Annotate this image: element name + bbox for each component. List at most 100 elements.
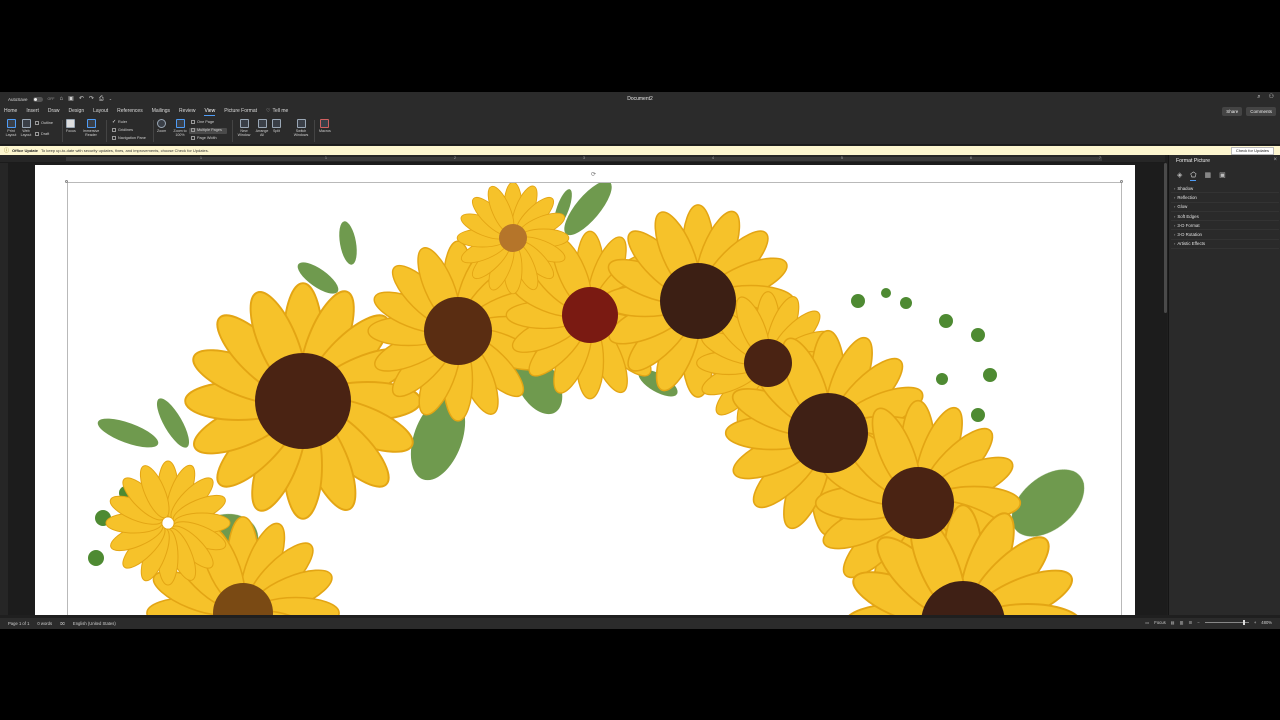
tab-mailings[interactable]: Mailings: [152, 106, 170, 117]
print-layout-view-icon[interactable]: ▤: [1171, 620, 1175, 625]
one-page-label: One Page: [197, 120, 215, 124]
ruler-checkbox[interactable]: ✓ Ruler: [112, 120, 128, 125]
gridlines-checkbox[interactable]: Gridlines: [112, 128, 133, 132]
format-picture-pane: Format Picture × ◈ ⬠ ▦ ▣ › Shadow › Refl…: [1168, 155, 1280, 615]
info-icon: ⓘ: [4, 148, 10, 154]
arrange-all-button[interactable]: Arrange All: [254, 119, 270, 137]
pane-item-label: Reflection: [1177, 194, 1197, 200]
picture-icon[interactable]: ▣: [1219, 172, 1226, 181]
pane-item-artistic-effects[interactable]: › Artistic Effects: [1171, 240, 1279, 250]
zoom-button[interactable]: Zoom: [157, 119, 166, 133]
account-icon[interactable]: ⚇: [1269, 94, 1274, 100]
tell-me[interactable]: ♡ Tell me: [266, 106, 288, 117]
tab-review[interactable]: Review: [179, 106, 195, 117]
horizontal-ruler[interactable]: 1 1 2 3 4 5 6 7: [0, 155, 1165, 163]
word-count[interactable]: 0 words: [37, 621, 52, 626]
pane-item-3d-format[interactable]: › 3-D Format: [1171, 221, 1279, 231]
resize-handle[interactable]: [1120, 180, 1123, 183]
multiple-pages-label: Multiple Pages: [197, 128, 222, 132]
pane-item-3d-rotation[interactable]: › 3-D Rotation: [1171, 230, 1279, 240]
view-ribbon: Print Layout Web Layout Outline Draft Fo…: [0, 117, 1280, 145]
rotate-handle-icon[interactable]: ⟳: [591, 171, 596, 178]
zoom-100-button[interactable]: Zoom to 100%: [172, 119, 188, 137]
multiple-pages-button[interactable]: Multiple Pages: [191, 128, 222, 132]
status-bar: Page 1 of 1 0 words ⌧ English (United St…: [0, 618, 1280, 629]
proofing-icon[interactable]: ⌧: [60, 621, 65, 626]
chevron-right-icon: ›: [1174, 232, 1176, 238]
language[interactable]: English (United States): [73, 621, 116, 626]
home-icon[interactable]: ⌂: [60, 96, 64, 102]
web-layout-button[interactable]: Web Layout: [19, 119, 33, 137]
pane-item-label: Soft Edges: [1177, 213, 1199, 219]
zoom-slider-thumb[interactable]: [1242, 620, 1245, 625]
macros-icon: [320, 119, 330, 128]
document-page[interactable]: ⟳: [35, 165, 1135, 615]
zoom-out-icon[interactable]: −: [1197, 620, 1199, 625]
customize-icon[interactable]: ⌄: [109, 97, 112, 101]
draft-button[interactable]: Draft: [35, 132, 49, 136]
tab-view[interactable]: View: [204, 106, 215, 117]
print-icon[interactable]: ⎙: [99, 96, 104, 102]
redo-icon[interactable]: ↷: [89, 96, 94, 102]
web-layout-icon: [21, 119, 31, 128]
navigation-pane-checkbox[interactable]: Navigation Pane: [112, 136, 146, 140]
zoom-slider[interactable]: [1204, 620, 1249, 625]
search-icon[interactable]: ⌕: [1257, 94, 1260, 100]
tab-layout[interactable]: Layout: [93, 106, 108, 117]
tab-design[interactable]: Design: [69, 106, 85, 117]
ruler-label: Ruler: [118, 120, 128, 124]
check-for-updates-button[interactable]: Check for Updates: [1230, 147, 1274, 155]
ribbon-separator: [106, 120, 107, 142]
focus-mode-icon[interactable]: ▭: [1145, 620, 1149, 625]
tab-draw[interactable]: Draw: [48, 106, 60, 117]
document-canvas[interactable]: ⟳: [8, 163, 1164, 615]
tab-picture-format[interactable]: Picture Format: [224, 106, 257, 117]
resize-handle[interactable]: [65, 180, 68, 183]
pane-item-reflection[interactable]: › Reflection: [1171, 193, 1279, 203]
save-icon[interactable]: ▣: [68, 96, 74, 102]
zoom-in-icon[interactable]: +: [1254, 620, 1256, 625]
split-button[interactable]: Split: [272, 119, 281, 133]
pane-item-label: 3-D Rotation: [1177, 232, 1202, 238]
switch-windows-button[interactable]: Switch Windows: [292, 119, 310, 137]
vertical-ruler[interactable]: [0, 163, 8, 615]
outline-view-icon[interactable]: ☰: [1189, 620, 1193, 625]
vertical-scrollbar[interactable]: [1164, 163, 1167, 615]
autosave-toggle[interactable]: [32, 96, 43, 102]
print-layout-button[interactable]: Print Layout: [4, 119, 18, 137]
outline-button[interactable]: Outline: [35, 121, 53, 125]
switch-windows-icon: [296, 119, 306, 128]
lightbulb-icon: ♡: [266, 108, 271, 114]
ruler-number: 7: [1099, 156, 1101, 160]
share-button[interactable]: Share: [1222, 107, 1243, 116]
layout-properties-icon[interactable]: ▦: [1204, 172, 1211, 181]
pane-item-soft-edges[interactable]: › Soft Edges: [1171, 212, 1279, 222]
tab-references[interactable]: References: [117, 106, 143, 117]
update-title: Office Update: [12, 148, 39, 153]
effects-icon[interactable]: ⬠: [1190, 172, 1197, 181]
zoom-label: Zoom: [157, 129, 167, 133]
outline-icon: [35, 121, 39, 125]
scrollbar-thumb[interactable]: [1164, 163, 1167, 313]
focus-mode-label[interactable]: Focus: [1154, 620, 1165, 625]
comments-button[interactable]: Comments: [1246, 107, 1276, 116]
page-count[interactable]: Page 1 of 1: [8, 621, 29, 626]
pane-item-shadow[interactable]: › Shadow: [1171, 184, 1279, 194]
new-window-button[interactable]: New Window: [236, 119, 252, 137]
sunflower-wreath-picture[interactable]: [67, 180, 1122, 615]
undo-icon[interactable]: ↶: [79, 96, 84, 102]
immersive-reader-button[interactable]: Immersive Reader: [80, 119, 102, 137]
tab-home[interactable]: Home: [4, 106, 17, 117]
zoom-level[interactable]: 480%: [1261, 620, 1272, 625]
close-icon[interactable]: ×: [1273, 157, 1277, 163]
pane-item-glow[interactable]: › Glow: [1171, 203, 1279, 212]
ruler-number: 5: [841, 156, 843, 160]
focus-button[interactable]: Focus: [66, 119, 76, 133]
web-layout-view-icon[interactable]: ▥: [1180, 620, 1184, 625]
one-page-button[interactable]: One Page: [191, 120, 214, 124]
page-width-button[interactable]: Page Width: [191, 136, 217, 140]
navigation-pane-label: Navigation Pane: [118, 136, 146, 140]
macros-button[interactable]: Macros: [319, 119, 331, 133]
fill-line-icon[interactable]: ◈: [1177, 172, 1182, 181]
tab-insert[interactable]: Insert: [26, 106, 39, 117]
